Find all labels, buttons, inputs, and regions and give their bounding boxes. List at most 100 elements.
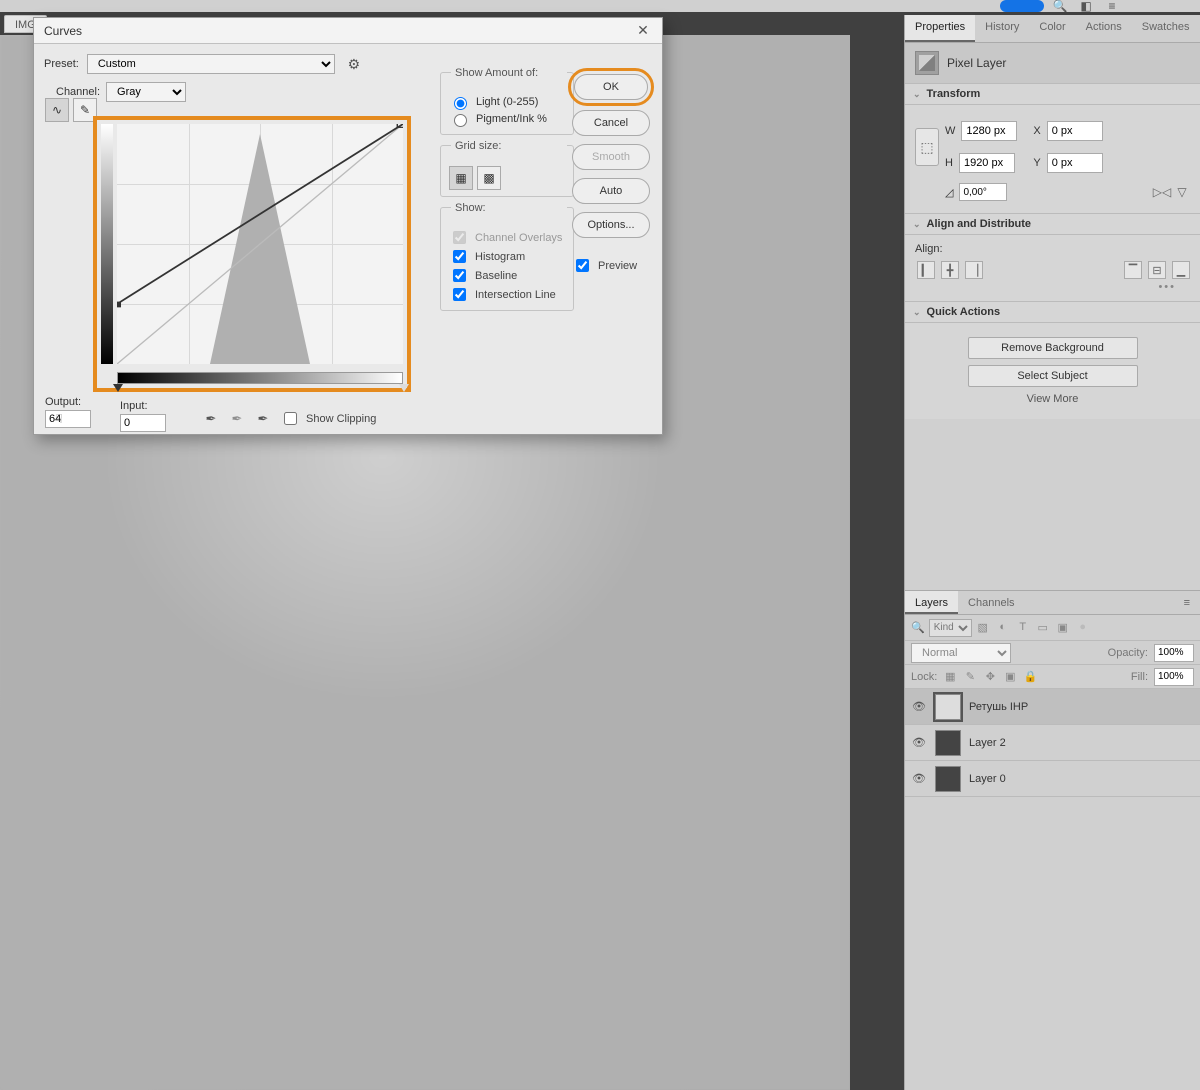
search-icon[interactable]: 🔍 <box>911 621 925 634</box>
align-header[interactable]: ⌄Align and Distribute <box>905 213 1200 235</box>
layer-name[interactable]: Ретушь IHP <box>969 701 1028 713</box>
gray-eyedropper-icon[interactable]: ✒ <box>228 410 246 428</box>
layers-menu-icon[interactable]: ≡ <box>1174 591 1200 614</box>
filter-smart-icon[interactable]: ▣ <box>1056 621 1070 634</box>
opacity-field[interactable] <box>1154 644 1194 662</box>
align-hcenter-icon[interactable]: ╋ <box>941 261 959 279</box>
menu-icon[interactable]: ≡ <box>1102 0 1122 12</box>
grid-coarse-icon[interactable]: ▦ <box>449 166 473 190</box>
align-top-icon[interactable]: ▔ <box>1124 261 1142 279</box>
visibility-icon[interactable]: 👁 <box>911 736 927 749</box>
range-sliders[interactable] <box>113 384 409 392</box>
layer-row[interactable]: 👁 Ретушь IHP <box>905 689 1200 725</box>
preview-checkbox[interactable]: Preview <box>572 256 650 275</box>
align-right-icon[interactable]: ▕ <box>965 261 983 279</box>
x-field[interactable] <box>1047 121 1103 141</box>
visibility-icon[interactable]: 👁 <box>911 772 927 785</box>
cancel-button[interactable]: Cancel <box>572 110 650 136</box>
white-point-slider[interactable] <box>399 384 409 392</box>
layer-name[interactable]: Layer 0 <box>969 773 1006 785</box>
lock-all-icon[interactable]: 🔒 <box>1023 670 1037 683</box>
dialog-titlebar[interactable]: Curves ✕ <box>34 18 662 44</box>
radio-pigment[interactable]: Pigment/Ink % <box>449 111 565 127</box>
h-label: H <box>945 157 953 169</box>
ok-button[interactable]: OK <box>574 74 648 100</box>
filter-type-icon[interactable]: T <box>1016 621 1030 634</box>
grid-fine-icon[interactable]: ▩ <box>477 166 501 190</box>
select-subject-button[interactable]: Select Subject <box>968 365 1138 387</box>
radio-light[interactable]: Light (0-255) <box>449 94 565 110</box>
width-field[interactable] <box>961 121 1017 141</box>
on-image-tool-icon[interactable]: ☟ <box>48 408 70 430</box>
pixel-layer-icon <box>915 51 939 75</box>
input-gradient <box>117 372 403 384</box>
y-label: Y <box>1033 157 1040 169</box>
view-more-link[interactable]: View More <box>915 393 1190 405</box>
layer-row[interactable]: 👁 Layer 2 <box>905 725 1200 761</box>
angle-field[interactable] <box>959 183 1007 201</box>
black-point-slider[interactable] <box>113 384 123 392</box>
tab-history[interactable]: History <box>975 15 1029 42</box>
blend-mode-select[interactable]: Normal <box>911 643 1011 663</box>
tab-channels[interactable]: Channels <box>958 591 1024 614</box>
gear-icon[interactable]: ⚙ <box>343 56 365 73</box>
close-icon[interactable]: ✕ <box>634 22 652 40</box>
y-field[interactable] <box>1047 153 1103 173</box>
tab-swatches[interactable]: Swatches <box>1132 15 1200 42</box>
tab-layers[interactable]: Layers <box>905 591 958 614</box>
remove-background-button[interactable]: Remove Background <box>968 337 1138 359</box>
lock-pixels-icon[interactable]: ▦ <box>943 670 957 683</box>
lock-artboard-icon[interactable]: ▣ <box>1003 670 1017 683</box>
input-field[interactable] <box>120 414 166 432</box>
chk-histogram[interactable]: Histogram <box>449 247 565 266</box>
dialog-title: Curves <box>44 24 82 38</box>
transform-body: ⬚ W H X Y ◿ ▷◁ ▽ <box>905 105 1200 213</box>
input-label: Input: <box>120 400 148 412</box>
lock-brush-icon[interactable]: ✎ <box>963 670 977 683</box>
layer-name[interactable]: Layer 2 <box>969 737 1006 749</box>
workspace-icon[interactable]: ◧ <box>1076 0 1096 12</box>
filter-shape-icon[interactable]: ▭ <box>1036 621 1050 634</box>
chk-intersection[interactable]: Intersection Line <box>449 285 565 304</box>
filter-toggle-icon[interactable]: ● <box>1076 621 1090 634</box>
fill-field[interactable] <box>1154 668 1194 686</box>
output-gradient <box>101 124 113 364</box>
share-button[interactable] <box>1000 0 1044 12</box>
tab-actions[interactable]: Actions <box>1076 15 1132 42</box>
align-left-icon[interactable]: ▎ <box>917 261 935 279</box>
visibility-icon[interactable]: 👁 <box>911 700 927 713</box>
search-icon[interactable]: 🔍 <box>1050 0 1070 12</box>
lock-position-icon[interactable]: ✥ <box>983 670 997 683</box>
tab-properties[interactable]: Properties <box>905 15 975 42</box>
filter-adjust-icon[interactable]: ◐ <box>996 621 1010 634</box>
tab-color[interactable]: Color <box>1029 15 1075 42</box>
chk-channel-overlays[interactable]: Channel Overlays <box>449 228 565 247</box>
more-options-icon[interactable]: ••• <box>915 281 1190 293</box>
auto-button[interactable]: Auto <box>572 178 650 204</box>
transform-header[interactable]: ⌄Transform <box>905 83 1200 105</box>
layer-thumbnail[interactable] <box>935 730 961 756</box>
preset-select[interactable]: Custom <box>87 54 335 74</box>
flip-horizontal-icon[interactable]: ▷◁ <box>1154 184 1170 200</box>
smooth-button[interactable]: Smooth <box>572 144 650 170</box>
height-field[interactable] <box>959 153 1015 173</box>
flip-vertical-icon[interactable]: ▽ <box>1174 184 1190 200</box>
chk-baseline[interactable]: Baseline <box>449 266 565 285</box>
show-clipping-checkbox[interactable]: Show Clipping <box>280 409 376 428</box>
curve-graph[interactable] <box>117 124 403 364</box>
channel-select[interactable]: Gray <box>106 82 186 102</box>
curve-point-tool-icon[interactable]: ∿ <box>45 98 69 122</box>
layer-row[interactable]: 👁 Layer 0 <box>905 761 1200 797</box>
lock-label: Lock: <box>911 671 937 683</box>
quick-actions-header[interactable]: ⌄Quick Actions <box>905 301 1200 323</box>
black-eyedropper-icon[interactable]: ✒ <box>202 410 220 428</box>
align-vcenter-icon[interactable]: ⊟ <box>1148 261 1166 279</box>
layer-filter-kind[interactable]: Kind <box>929 619 972 637</box>
layer-thumbnail[interactable] <box>935 694 961 720</box>
align-bottom-icon[interactable]: ▁ <box>1172 261 1190 279</box>
layer-thumbnail[interactable] <box>935 766 961 792</box>
filter-pixel-icon[interactable]: ▧ <box>976 621 990 634</box>
options-button[interactable]: Options... <box>572 212 650 238</box>
white-eyedropper-icon[interactable]: ✒ <box>254 410 272 428</box>
link-wh-icon[interactable]: ⬚ <box>915 128 939 166</box>
